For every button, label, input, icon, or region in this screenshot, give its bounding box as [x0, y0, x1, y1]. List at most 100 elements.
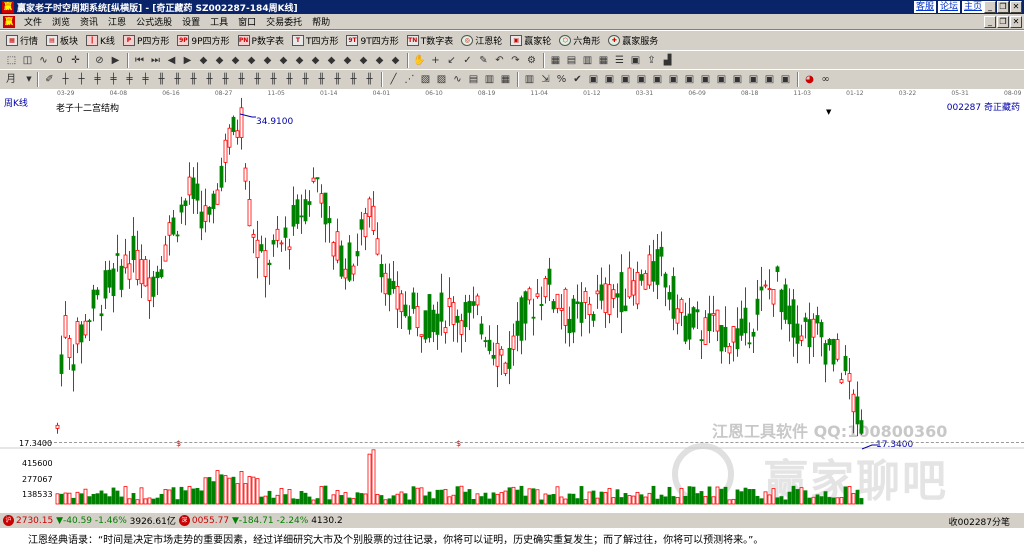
- box-icon[interactable]: ▧: [418, 72, 433, 87]
- bar-tool4-icon[interactable]: ╪: [106, 72, 121, 87]
- cross-icon[interactable]: ✛: [68, 53, 83, 68]
- window-icon[interactable]: ▣: [628, 53, 643, 68]
- export-icon[interactable]: ⇪: [644, 53, 659, 68]
- flag-icon[interactable]: ▶: [108, 53, 123, 68]
- check-icon[interactable]: ✓: [460, 53, 475, 68]
- bar-tool7-icon[interactable]: ╫: [154, 72, 169, 87]
- diamond4-icon[interactable]: ◆: [244, 53, 259, 68]
- wave-icon[interactable]: ∿: [450, 72, 465, 87]
- undo-icon[interactable]: ↶: [492, 53, 507, 68]
- bar-tool6-icon[interactable]: ╪: [138, 72, 153, 87]
- bar-tool18-icon[interactable]: ╫: [330, 72, 345, 87]
- hand-icon[interactable]: ✋: [412, 53, 427, 68]
- bar-tool9-icon[interactable]: ╫: [186, 72, 201, 87]
- menu-gann[interactable]: 江恩: [103, 15, 131, 28]
- line-icon[interactable]: ╱: [386, 72, 401, 87]
- bar-tool15-icon[interactable]: ╫: [282, 72, 297, 87]
- diamond-icon[interactable]: ◆: [196, 53, 211, 68]
- percent-icon[interactable]: %: [554, 72, 569, 87]
- menu-file[interactable]: 文件: [19, 15, 47, 28]
- diamond2-icon[interactable]: ◆: [212, 53, 227, 68]
- check2-icon[interactable]: ✔: [570, 72, 585, 87]
- home-link[interactable]: 主页: [961, 1, 984, 13]
- tool-icon[interactable]: ⚙: [524, 53, 539, 68]
- diamond12-icon[interactable]: ◆: [372, 53, 387, 68]
- mdi-restore-icon[interactable]: ❐: [997, 16, 1009, 28]
- prev-icon[interactable]: ◀: [164, 53, 179, 68]
- support-link[interactable]: 客服: [913, 1, 936, 13]
- t-square-button[interactable]: T T四方形: [290, 33, 345, 49]
- color-wheel-icon[interactable]: ◕: [802, 72, 817, 87]
- diamond9-icon[interactable]: ◆: [324, 53, 339, 68]
- p-square-button[interactable]: P P四方形: [121, 33, 175, 49]
- fan-icon[interactable]: ⋰: [402, 72, 417, 87]
- bar-tool-icon[interactable]: ┼: [58, 72, 73, 87]
- 9p-square-button[interactable]: 9P 9P四方形: [175, 33, 235, 49]
- box3-icon[interactable]: ▤: [466, 72, 481, 87]
- next-icon[interactable]: ▶: [180, 53, 195, 68]
- diamond7-icon[interactable]: ◆: [292, 53, 307, 68]
- bar-tool20-icon[interactable]: ╫: [362, 72, 377, 87]
- t-table-button[interactable]: TN T数字表: [405, 33, 460, 49]
- table-icon[interactable]: ▤: [564, 53, 579, 68]
- gann-wheel-button[interactable]: ◎ 江恩轮: [459, 33, 508, 49]
- menu-formula[interactable]: 公式选股: [131, 15, 177, 28]
- bar-tool3-icon[interactable]: ╪: [90, 72, 105, 87]
- tilde-icon[interactable]: ∿: [36, 53, 51, 68]
- tool13-icon[interactable]: ▣: [762, 72, 777, 87]
- bar-tool10-icon[interactable]: ╫: [202, 72, 217, 87]
- 9t-square-button[interactable]: 9T 9T四方形: [344, 33, 404, 49]
- tool14-icon[interactable]: ▣: [778, 72, 793, 87]
- tool8-icon[interactable]: ▣: [682, 72, 697, 87]
- zero-icon[interactable]: 0: [52, 53, 67, 68]
- bar-tool8-icon[interactable]: ╫: [170, 72, 185, 87]
- bar-tool17-icon[interactable]: ╫: [314, 72, 329, 87]
- quote-button[interactable]: ▦ 行情: [4, 33, 44, 49]
- bar-tool11-icon[interactable]: ╫: [218, 72, 233, 87]
- kline-button[interactable]: ┃ K线: [84, 33, 121, 49]
- hexagon-button[interactable]: ⬡ 六角形: [557, 33, 606, 49]
- diamond6-icon[interactable]: ◆: [276, 53, 291, 68]
- layout-icon[interactable]: ▥: [580, 53, 595, 68]
- box4-icon[interactable]: ▥: [482, 72, 497, 87]
- diamond5-icon[interactable]: ◆: [260, 53, 275, 68]
- first-icon[interactable]: ⏮: [132, 53, 147, 68]
- tool7-icon[interactable]: ▣: [666, 72, 681, 87]
- dropdown-icon[interactable]: ▼: [25, 72, 33, 87]
- draw-pen-icon[interactable]: ✐: [42, 72, 57, 87]
- chart-icon[interactable]: ▟: [660, 53, 675, 68]
- last-icon[interactable]: ⏭: [148, 53, 163, 68]
- minimize-icon[interactable]: _: [984, 1, 996, 13]
- menu-trade[interactable]: 交易委托: [261, 15, 307, 28]
- plus-icon[interactable]: +: [428, 53, 443, 68]
- calendar-icon[interactable]: ▦: [548, 53, 563, 68]
- box2-icon[interactable]: ▨: [434, 72, 449, 87]
- menu-help[interactable]: 帮助: [307, 15, 335, 28]
- p-table-button[interactable]: PN P数字表: [236, 33, 290, 49]
- diamond13-icon[interactable]: ◆: [388, 53, 403, 68]
- bar-tool19-icon[interactable]: ╫: [346, 72, 361, 87]
- bar-tool12-icon[interactable]: ╫: [234, 72, 249, 87]
- diamond8-icon[interactable]: ◆: [308, 53, 323, 68]
- tool6-icon[interactable]: ▣: [650, 72, 665, 87]
- mdi-minimize-icon[interactable]: _: [984, 16, 996, 28]
- winner-wheel-button[interactable]: ▣ 赢家轮: [508, 33, 557, 49]
- redo-icon[interactable]: ↷: [508, 53, 523, 68]
- tool10-icon[interactable]: ▣: [714, 72, 729, 87]
- diamond3-icon[interactable]: ◆: [228, 53, 243, 68]
- menu-browse[interactable]: 浏览: [47, 15, 75, 28]
- tool4-icon[interactable]: ▣: [618, 72, 633, 87]
- bar-tool2-icon[interactable]: ┼: [74, 72, 89, 87]
- box5-icon[interactable]: ▦: [498, 72, 513, 87]
- pointer-icon[interactable]: ⬚: [4, 53, 19, 68]
- service-button[interactable]: ✚ 赢家服务: [606, 33, 664, 49]
- pencil-icon[interactable]: ✎: [476, 53, 491, 68]
- grid2-icon[interactable]: ▦: [596, 53, 611, 68]
- bar-tool16-icon[interactable]: ╫: [298, 72, 313, 87]
- ruler-icon[interactable]: ▥: [522, 72, 537, 87]
- formula-icon[interactable]: ⊘: [92, 53, 107, 68]
- kline-chart[interactable]: 03-29 04-08 06-16 08-27 11-05 01-14 04-01 06-10…: [0, 90, 1024, 512]
- board-button[interactable]: ▤ 板块: [44, 33, 84, 49]
- bar-tool14-icon[interactable]: ╫: [266, 72, 281, 87]
- tool11-icon[interactable]: ▣: [730, 72, 745, 87]
